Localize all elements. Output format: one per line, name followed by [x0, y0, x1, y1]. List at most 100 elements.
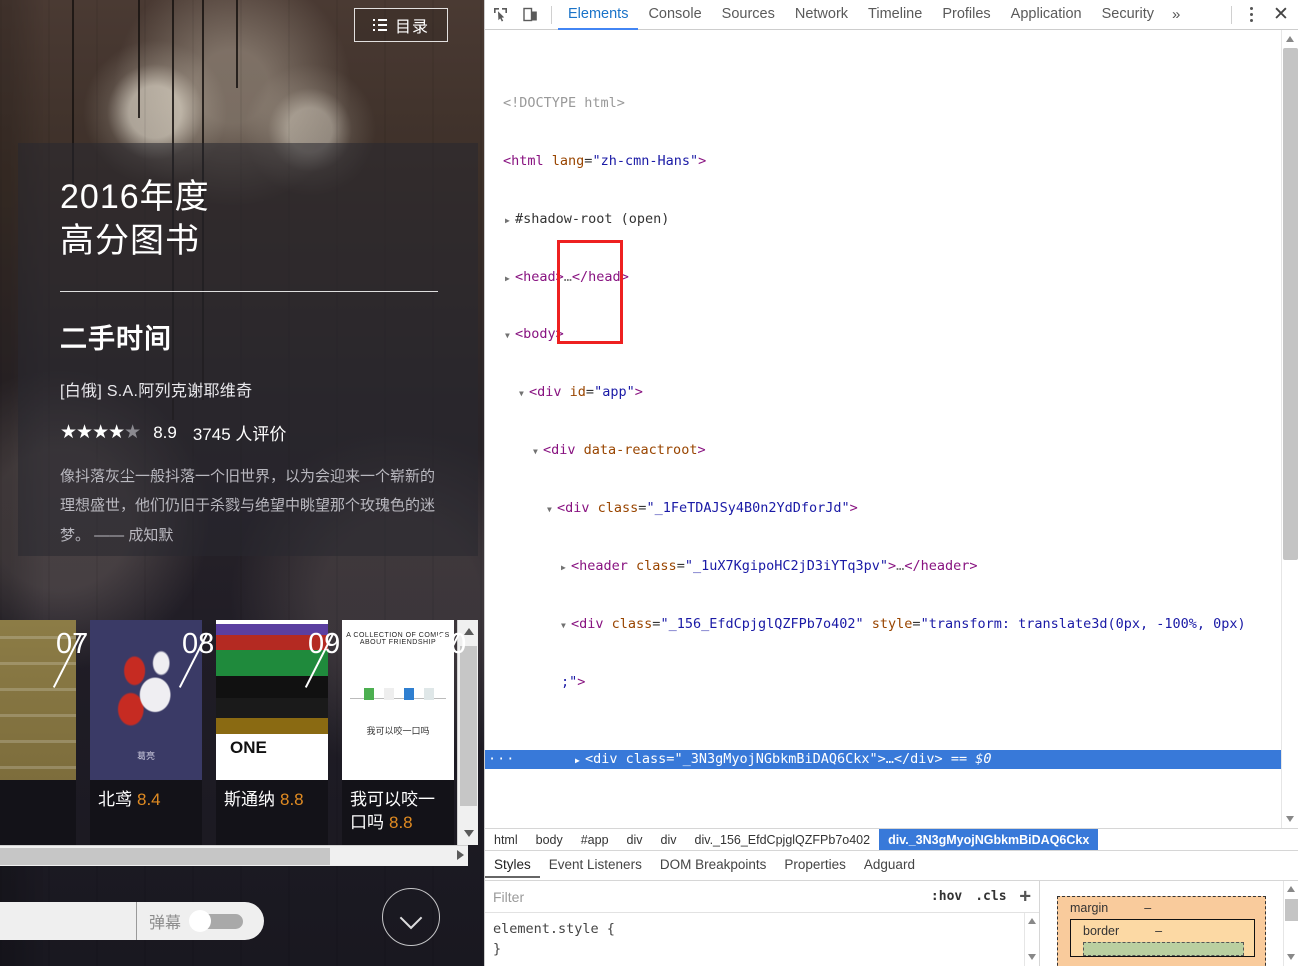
- breadcrumb-item-div-156[interactable]: div._156_EfdCpjglQZFPb7o402: [686, 829, 880, 850]
- styles-filter-input[interactable]: Filter: [493, 889, 524, 905]
- dom-line[interactable]: <head>…</head>: [485, 268, 1281, 287]
- styles-rules-scrollbar[interactable]: [1024, 913, 1039, 966]
- scroll-right-arrow-icon[interactable]: [457, 850, 464, 860]
- box-model-border-box: border –: [1070, 919, 1255, 957]
- scroll-down-arrow-icon[interactable]: [1286, 816, 1294, 822]
- danmu-toggle-switch[interactable]: [189, 910, 244, 932]
- carousel-rail: 8.6 07 葛亮 北鸢8.4 08: [0, 620, 468, 853]
- list-icon: [372, 19, 387, 31]
- tab-adguard[interactable]: Adguard: [855, 851, 924, 880]
- dom-line[interactable]: <div class="_3N3gMyojNGbkmBiDAQ6Ckx">…</…: [485, 827, 1281, 828]
- breadcrumb-item-body[interactable]: body: [527, 829, 572, 850]
- book-rank: 09: [308, 628, 341, 660]
- tab-security[interactable]: Security: [1092, 0, 1164, 30]
- dom-line[interactable]: ;">: [485, 673, 1281, 692]
- toolbar-divider: [1231, 5, 1232, 24]
- box-model-padding-box: [1083, 942, 1244, 956]
- tab-properties[interactable]: Properties: [775, 851, 855, 880]
- scrollbar-thumb[interactable]: [460, 646, 477, 806]
- scroll-down-arrow-icon[interactable]: [464, 830, 474, 837]
- new-style-rule-button[interactable]: +: [1020, 887, 1031, 906]
- tab-network[interactable]: Network: [785, 0, 858, 30]
- scroll-up-arrow-icon[interactable]: [1286, 36, 1294, 42]
- breadcrumb-item-selected[interactable]: div._3N3gMyojNGbkmBiDAQ6Ckx: [879, 829, 1099, 850]
- dom-line[interactable]: <div id="app">: [485, 383, 1281, 402]
- dom-line[interactable]: <html lang="zh-cmn-Hans">: [485, 152, 1281, 171]
- close-icon[interactable]: ✕: [1264, 0, 1298, 30]
- kebab-menu-icon[interactable]: [1238, 0, 1264, 30]
- element-style-rule[interactable]: element.style { }: [485, 913, 1039, 959]
- tab-console[interactable]: Console: [638, 0, 711, 30]
- breadcrumb-item-div-1[interactable]: div: [618, 829, 652, 850]
- scroll-up-arrow-icon[interactable]: [1028, 918, 1036, 924]
- scrollbar-thumb[interactable]: [1285, 899, 1298, 921]
- tab-event-listeners[interactable]: Event Listeners: [540, 851, 651, 880]
- tab-elements[interactable]: Elements: [558, 0, 639, 30]
- scroll-down-arrow-icon[interactable]: [1287, 954, 1295, 960]
- book-title[interactable]: 二手时间: [60, 317, 438, 356]
- book-score: 8.6: [0, 790, 1, 809]
- box-model-scrollbar[interactable]: [1283, 881, 1298, 966]
- tab-timeline[interactable]: Timeline: [858, 0, 932, 30]
- carousel-horizontal-scrollbar[interactable]: [0, 845, 468, 866]
- device-toolbar-icon[interactable]: [515, 0, 545, 30]
- hero-year: 2016年度 高分图书: [60, 176, 438, 263]
- styles-rules-column: Filter :hov .cls + element.style { }: [485, 881, 1040, 966]
- scroll-down-button[interactable]: [382, 888, 440, 946]
- dom-line[interactable]: <div class="_1FeTDAJSy4B0n2YdDforJd">: [485, 499, 1281, 518]
- tab-styles[interactable]: Styles: [485, 851, 540, 880]
- more-tabs-icon[interactable]: »: [1164, 0, 1188, 30]
- dom-tree[interactable]: <!DOCTYPE html> <html lang="zh-cmn-Hans"…: [485, 30, 1281, 828]
- cls-toggle[interactable]: .cls: [975, 889, 1006, 904]
- tab-dom-breakpoints[interactable]: DOM Breakpoints: [651, 851, 776, 880]
- devtools-tabs: Elements Console Sources Network Timelin…: [558, 0, 1188, 30]
- dom-line-selected[interactable]: ···<div class="_3N3gMyojNGbkmBiDAQ6Ckx">…: [485, 749, 1281, 770]
- devtools-toolbar: Elements Console Sources Network Timelin…: [485, 0, 1298, 30]
- dom-line[interactable]: <div data-reactroot>: [485, 441, 1281, 460]
- book-label: 我可以咬一口吗 8.8: [342, 780, 454, 853]
- scroll-down-arrow-icon[interactable]: [1028, 954, 1036, 960]
- tab-sources[interactable]: Sources: [712, 0, 785, 30]
- toc-button[interactable]: 目录: [354, 8, 448, 42]
- scroll-up-arrow-icon[interactable]: [1287, 886, 1295, 892]
- scrollbar-thumb[interactable]: [1283, 48, 1298, 560]
- breadcrumb-item-app[interactable]: #app: [572, 829, 618, 850]
- dom-tree-scrollbar[interactable]: [1281, 30, 1298, 828]
- inspect-element-icon[interactable]: [485, 0, 515, 30]
- danmu-toggle-group[interactable]: 弹幕: [136, 902, 264, 940]
- breadcrumb: html body #app div div div._156_EfdCpjgl…: [485, 828, 1298, 850]
- box-model-border-row: border –: [1071, 920, 1254, 938]
- comment-input[interactable]: [0, 902, 140, 940]
- dom-line[interactable]: <header class="_1uX7KgipoHC2jD3iYTq3pv">…: [485, 557, 1281, 576]
- styles-pane: Styles Event Listeners DOM Breakpoints P…: [485, 850, 1298, 966]
- dom-tree-container[interactable]: <!DOCTYPE html> <html lang="zh-cmn-Hans"…: [485, 30, 1298, 828]
- box-model-margin-label: margin: [1070, 901, 1109, 915]
- scrollbar-thumb[interactable]: [0, 848, 330, 865]
- book-score: 8.4: [137, 790, 161, 809]
- box-model-diagram: margin – border –: [1057, 896, 1266, 966]
- tab-profiles[interactable]: Profiles: [932, 0, 1000, 30]
- dom-line[interactable]: <!DOCTYPE html>: [485, 94, 1281, 113]
- screen: 目录 2016年度 高分图书 二手时间 [白俄] S.A.阿列克谢耶维奇 ★★★…: [0, 0, 1298, 966]
- breadcrumb-item-div-2[interactable]: div: [652, 829, 686, 850]
- line-overflow-ellipsis: ···: [488, 750, 516, 767]
- dom-line[interactable]: #shadow-root (open): [485, 210, 1281, 229]
- box-model-margin-value[interactable]: –: [1144, 901, 1151, 915]
- book-carousel[interactable]: 8.6 07 葛亮 北鸢8.4 08: [0, 620, 468, 853]
- dom-line[interactable]: <body>: [485, 325, 1281, 344]
- tab-application[interactable]: Application: [1001, 0, 1092, 30]
- box-model-border-value[interactable]: –: [1155, 924, 1162, 938]
- book-rank: 10: [434, 628, 467, 660]
- rating-score: 8.9: [153, 422, 177, 442]
- web-page-viewport: 目录 2016年度 高分图书 二手时间 [白俄] S.A.阿列克谢耶维奇 ★★★…: [0, 0, 484, 966]
- rule-selector: element.style {: [493, 921, 615, 937]
- box-model-border-label: border: [1083, 924, 1120, 938]
- hov-toggle[interactable]: :hov: [931, 889, 962, 904]
- dom-line[interactable]: <div class="_156_EfdCpjglQZFPb7o402" sty…: [485, 615, 1281, 634]
- breadcrumb-item-html[interactable]: html: [485, 829, 527, 850]
- book-name: 北鸢: [98, 790, 132, 809]
- styles-filter-actions: :hov .cls +: [931, 887, 1031, 906]
- book-rank: 07: [56, 628, 89, 660]
- star-rating-icon: ★★★★★: [60, 422, 141, 444]
- hero-year-line2: 高分图书: [60, 221, 200, 260]
